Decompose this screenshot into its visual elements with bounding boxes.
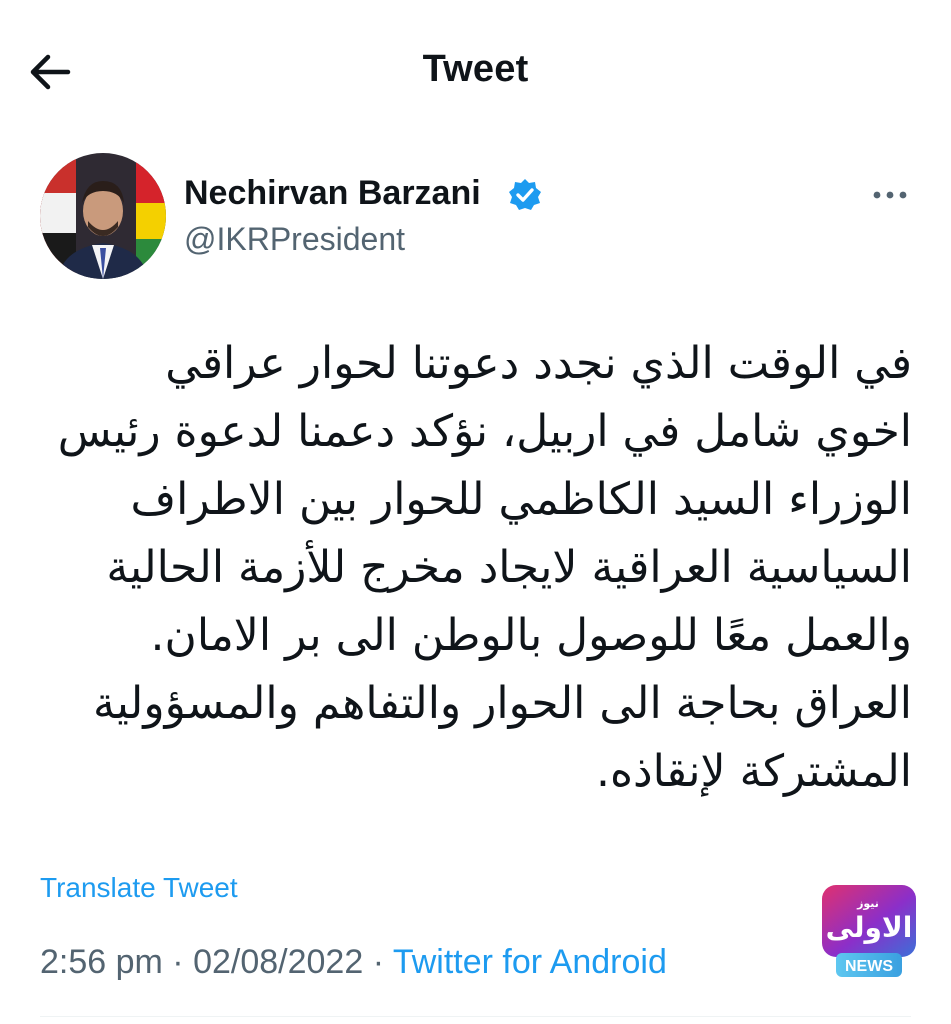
translate-tweet-link[interactable]: Translate Tweet — [40, 872, 238, 904]
author-name[interactable]: Nechirvan Barzani — [184, 174, 481, 213]
alula-news-logo: الاولى نيوز NEWS — [822, 885, 916, 977]
svg-text:الاولى: الاولى — [826, 911, 913, 944]
meta-separator: · — [162, 943, 194, 981]
divider — [40, 1016, 911, 1017]
meta-separator: · — [363, 943, 393, 981]
verified-badge-icon — [509, 179, 541, 210]
svg-text:NEWS: NEWS — [845, 958, 893, 975]
tweet-date[interactable]: 02/08/2022 — [193, 943, 363, 981]
more-horizontal-icon — [873, 191, 907, 199]
tweet-source-link[interactable]: Twitter for Android — [393, 943, 667, 981]
more-options-button[interactable] — [866, 180, 916, 210]
avatar[interactable] — [40, 153, 166, 279]
tweet-time[interactable]: 2:56 pm — [40, 943, 163, 981]
top-bar: Tweet — [0, 0, 951, 140]
svg-text:نيوز: نيوز — [856, 897, 879, 910]
page-title: Tweet — [422, 48, 529, 90]
tweet-metadata: 2:56 pm · 02/08/2022 · Twitter for Andro… — [40, 943, 667, 982]
author-handle[interactable]: @IKRPresident — [184, 221, 405, 258]
tweet-body: في الوقت الذي نجدد دعوتنا لحوار عراقي اخ… — [57, 338, 912, 797]
